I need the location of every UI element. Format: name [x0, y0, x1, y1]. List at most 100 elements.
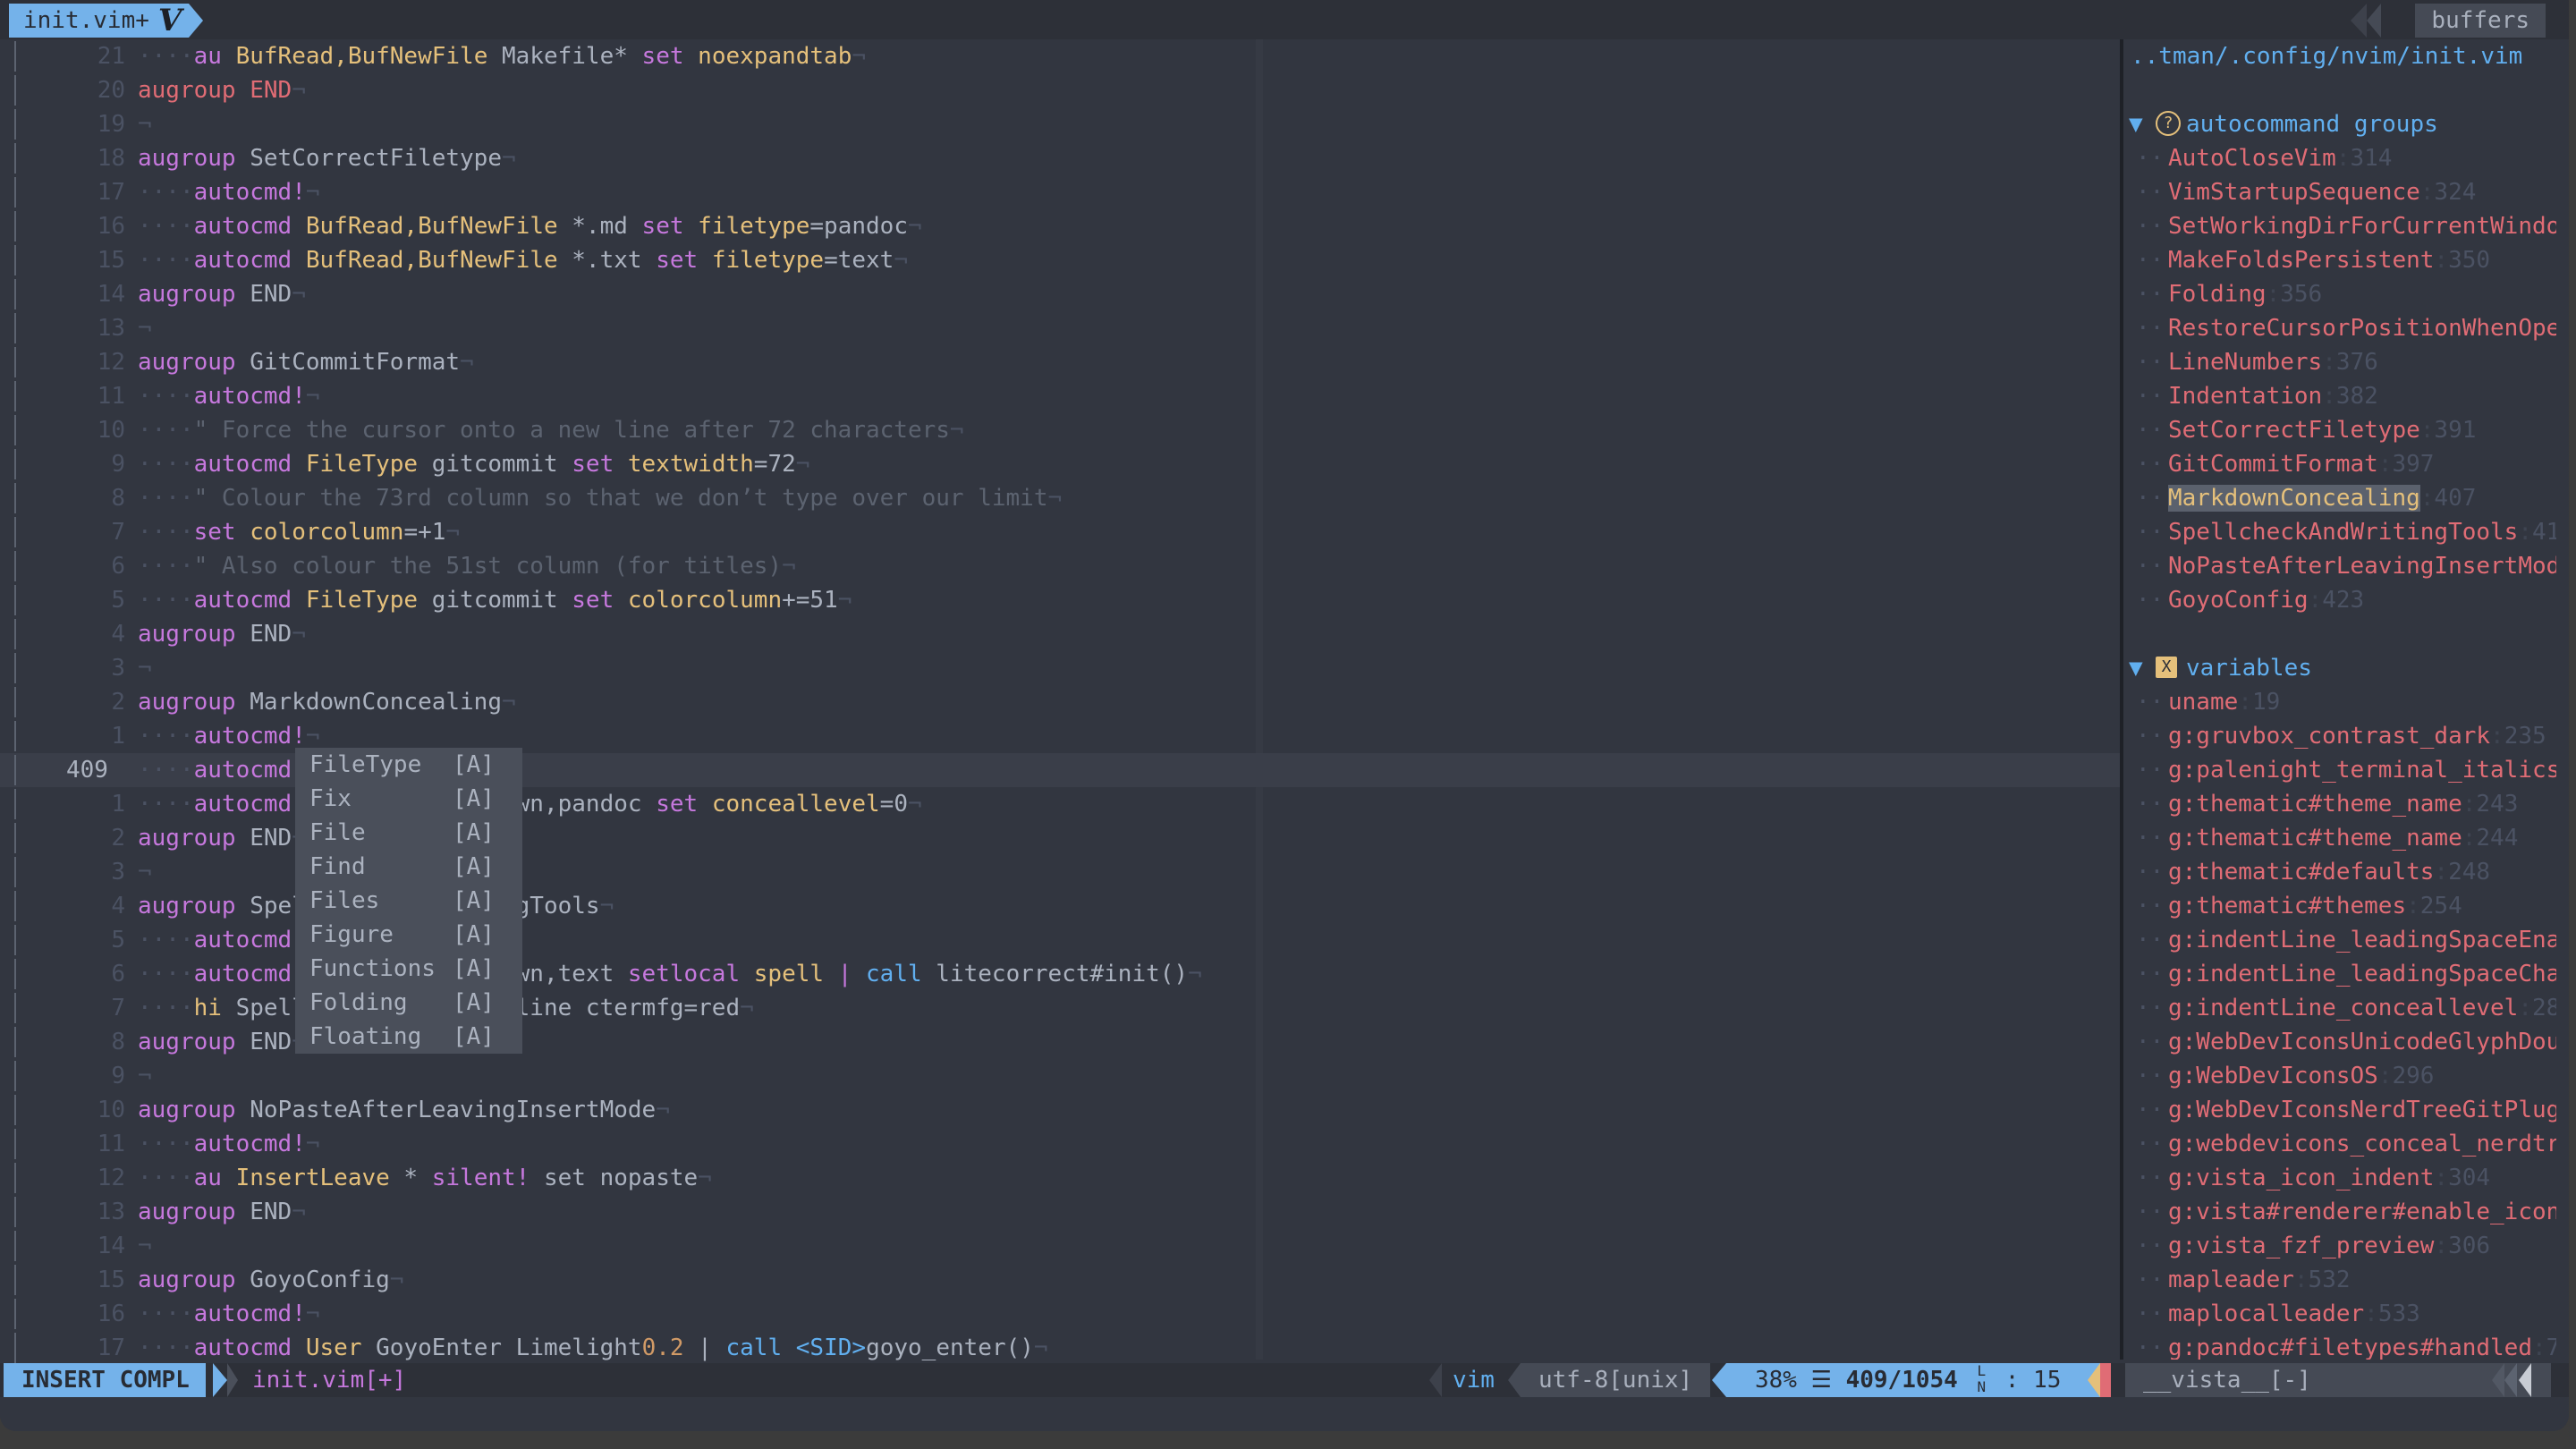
vista-item[interactable]: ·· LineNumbers:376	[2123, 345, 2556, 379]
completion-item[interactable]: Functions [A]	[295, 952, 522, 986]
code-text[interactable]: ····autocmd ¬	[138, 923, 320, 957]
vista-item[interactable]: ·· g:vista_icon_indent:304	[2123, 1161, 2556, 1195]
vista-item[interactable]: ·· g:thematic#theme_name:244	[2123, 821, 2556, 855]
code-text[interactable]: ····au InsertLeave * silent! set nopaste…	[138, 1161, 712, 1195]
vista-item[interactable]: ·· g:thematic#themes:254	[2123, 889, 2556, 923]
code-line[interactable]: 14 ¬	[0, 1229, 2120, 1263]
completion-item[interactable]: FileType [A]	[295, 748, 522, 782]
code-line[interactable]: 17 ····autocmd!¬	[0, 175, 2120, 209]
code-line[interactable]: 7 ····set colorcolumn=+1¬	[0, 515, 2120, 549]
completion-item[interactable]: Folding [A]	[295, 986, 522, 1020]
code-text[interactable]: ····autocmd BufRead,BufNewFile *.txt set…	[138, 243, 908, 277]
code-line[interactable]: 10 ····" Force the cursor onto a new line…	[0, 413, 2120, 447]
code-line[interactable]: 11 ····autocmd!¬	[0, 1127, 2120, 1161]
code-text[interactable]: augroup END¬	[138, 1195, 306, 1229]
vista-item[interactable]: ·· GoyoConfig:423	[2123, 583, 2556, 617]
code-line[interactable]: 16 ····autocmd!¬	[0, 1297, 2120, 1331]
vista-item[interactable]: ·· GitCommitFormat:397	[2123, 447, 2556, 481]
code-line[interactable]: 12 ····au InsertLeave * silent! set nopas…	[0, 1161, 2120, 1195]
editor-pane[interactable]: 21 ····au BufRead,BufNewFile Makefile* se…	[0, 39, 2120, 1363]
code-text[interactable]: ¬	[138, 651, 152, 685]
code-text[interactable]: augroup GitCommitFormat¬	[138, 345, 474, 379]
completion-item[interactable]: Floating [A]	[295, 1020, 522, 1054]
vista-item[interactable]: ·· g:indentLine_leadingSpaceCha	[2123, 957, 2556, 991]
vista-item[interactable]: ·· RestoreCursorPositionWhenOpe	[2123, 311, 2556, 345]
code-text[interactable]: ····autocmd FileType markdown,pandoc set…	[138, 787, 922, 821]
code-line[interactable]: 11 ····autocmd!¬	[0, 379, 2120, 413]
code-text[interactable]: ¬	[138, 855, 152, 889]
vista-item[interactable]: ·· g:gruvbox_contrast_dark:235	[2123, 719, 2556, 753]
completion-item[interactable]: Files [A]	[295, 884, 522, 918]
vista-item[interactable]: ·· SpellcheckAndWritingTools:41	[2123, 515, 2556, 549]
code-text[interactable]: augroup END¬	[138, 73, 306, 107]
code-text[interactable]: ····set colorcolumn=+1¬	[138, 515, 460, 549]
code-line[interactable]: 4 augroup END¬	[0, 617, 2120, 651]
code-line[interactable]: 17 ····autocmd User GoyoEnter Limelight0.…	[0, 1331, 2120, 1365]
vista-item[interactable]: ·· MarkdownConcealing:407	[2123, 481, 2556, 515]
vista-item[interactable]: ·· g:pandoc#filetypes#handled:7	[2123, 1331, 2556, 1360]
vista-item[interactable]: ·· g:indentLine_conceallevel:28	[2123, 991, 2556, 1025]
vista-item[interactable]: ·· g:vista#renderer#enable_icon	[2123, 1195, 2556, 1229]
completion-item[interactable]: Fix [A]	[295, 782, 522, 816]
command-line[interactable]	[0, 1397, 2569, 1431]
code-text[interactable]: augroup GoyoConfig¬	[138, 1263, 403, 1297]
code-line[interactable]: 13 ¬	[0, 311, 2120, 345]
code-text[interactable]: ····autocmd!¬	[138, 379, 320, 413]
tab-init-vim[interactable]: init.vim+ V	[9, 4, 190, 38]
code-text[interactable]: ····autocmd BufRead,BufNewFile *.md set …	[138, 209, 922, 243]
vista-item[interactable]: ·· NoPasteAfterLeavingInsertMod	[2123, 549, 2556, 583]
code-text[interactable]: ¬	[138, 107, 152, 141]
vista-item[interactable]: ·· MakeFoldsPersistent:350	[2123, 243, 2556, 277]
code-line[interactable]: 12 augroup GitCommitFormat¬	[0, 345, 2120, 379]
code-line[interactable]: 9 ¬	[0, 1059, 2120, 1093]
code-line[interactable]: 2 augroup MarkdownConcealing¬	[0, 685, 2120, 719]
code-text[interactable]: ····autocmd!¬	[138, 719, 320, 753]
code-line[interactable]: 9 ····autocmd FileType gitcommit set text…	[0, 447, 2120, 481]
vista-item[interactable]: ·· uname:19	[2123, 685, 2556, 719]
code-line[interactable]: 6 ····" Also colour the 51st column (for …	[0, 549, 2120, 583]
code-line[interactable]: 16 ····autocmd BufRead,BufNewFile *.md se…	[0, 209, 2120, 243]
triangle-down-icon[interactable]: ▼	[2123, 651, 2156, 685]
vista-group-header[interactable]: ▼ Xvariables	[2123, 651, 2556, 685]
code-text[interactable]: augroup SetCorrectFiletype¬	[138, 141, 516, 175]
code-text[interactable]: ····autocmd User GoyoEnter Limelight0.2 …	[138, 1331, 1048, 1365]
completion-item[interactable]: Figure [A]	[295, 918, 522, 952]
code-text[interactable]: ····" Also colour the 51st column (for t…	[138, 549, 796, 583]
vista-item[interactable]: ·· SetWorkingDirForCurrentWindo	[2123, 209, 2556, 243]
vista-sidebar[interactable]: ..tman/.config/nvim/init.vim ▼? autocomman…	[2123, 39, 2556, 1360]
vista-item[interactable]: ·· Indentation:382	[2123, 379, 2556, 413]
vista-item[interactable]: ·· Folding:356	[2123, 277, 2556, 311]
code-text[interactable]: ¬	[138, 1059, 152, 1093]
code-text[interactable]: ····" Colour the 73rd column so that we …	[138, 481, 1062, 515]
code-line[interactable]: 15 ····autocmd BufRead,BufNewFile *.txt s…	[0, 243, 2120, 277]
code-line[interactable]: 14 augroup END¬	[0, 277, 2120, 311]
code-line[interactable]: 10 augroup NoPasteAfterLeavingInsertMode¬	[0, 1093, 2120, 1127]
vista-file-path[interactable]: ..tman/.config/nvim/init.vim	[2123, 39, 2556, 73]
code-text[interactable]: ····autocmd FileType gitcommit set color…	[138, 583, 852, 617]
vista-item[interactable]: ·· SetCorrectFiletype:391	[2123, 413, 2556, 447]
code-text[interactable]: augroup END¬	[138, 617, 306, 651]
code-text[interactable]: ····autocmd!¬	[138, 1127, 320, 1161]
code-line[interactable]: 13 augroup END¬	[0, 1195, 2120, 1229]
vista-item[interactable]: ·· mapleader:532	[2123, 1263, 2556, 1297]
vista-group-header[interactable]: ▼? autocommand groups	[2123, 107, 2556, 141]
vista-item[interactable]: ·· g:vista_fzf_preview:306	[2123, 1229, 2556, 1263]
code-text[interactable]: augroup NoPasteAfterLeavingInsertMode¬	[138, 1093, 670, 1127]
code-line[interactable]: 15 augroup GoyoConfig¬	[0, 1263, 2120, 1297]
code-text[interactable]: ····" Force the cursor onto a new line a…	[138, 413, 964, 447]
vista-item[interactable]: ·· g:webdevicons_conceal_nerdtr	[2123, 1127, 2556, 1161]
code-text[interactable]: ¬	[138, 311, 152, 345]
code-text[interactable]: ····autocmd!¬	[138, 175, 320, 209]
code-line[interactable]: 20 augroup END¬	[0, 73, 2120, 107]
code-line[interactable]: 8 ····" Colour the 73rd column so that we…	[0, 481, 2120, 515]
code-text[interactable]: augroup MarkdownConcealing¬	[138, 685, 516, 719]
vista-item[interactable]: ·· g:thematic#defaults:248	[2123, 855, 2556, 889]
completion-item[interactable]: Find [A]	[295, 850, 522, 884]
code-text[interactable]: ····au BufRead,BufNewFile Makefile* set …	[138, 39, 866, 73]
vista-item[interactable]: ·· g:indentLine_leadingSpaceEna	[2123, 923, 2556, 957]
triangle-down-icon[interactable]: ▼	[2123, 107, 2156, 141]
completion-popup-menu[interactable]: FileType [A] Fix [A] File [A] Find [A] Files [A] F…	[295, 748, 522, 1054]
code-line[interactable]: 18 augroup SetCorrectFiletype¬	[0, 141, 2120, 175]
code-text[interactable]: ····autocmd!¬	[138, 1297, 320, 1331]
buffers-label[interactable]: buffers	[2415, 4, 2546, 38]
